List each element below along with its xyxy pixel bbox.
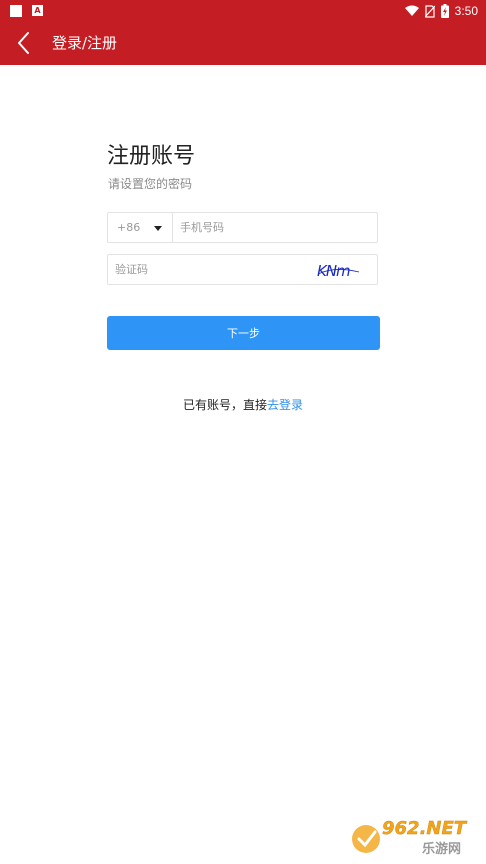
register-screen: A 3:50 登录/注册 注册账号 请设置您的密码 +86 手机号码 验证码 K…	[0, 0, 486, 864]
site-watermark-logo: 962.NET 乐游网	[352, 818, 468, 857]
caret-down-icon	[154, 226, 162, 231]
status-bar-notifications: A	[10, 5, 43, 17]
chevron-left-icon	[18, 32, 29, 54]
verification-code-field: KNm	[107, 254, 378, 285]
status-bar-system: 3:50	[404, 3, 478, 19]
country-code-select[interactable]: +86	[108, 213, 173, 242]
svg-text:乐游网: 乐游网	[422, 841, 461, 857]
verification-code-input[interactable]	[115, 261, 295, 278]
notification-square-icon	[10, 5, 22, 17]
go-login-link[interactable]: 去登录	[267, 398, 303, 412]
phone-input[interactable]	[180, 219, 370, 236]
wifi-icon	[404, 5, 419, 16]
next-step-button[interactable]: 下一步	[107, 316, 380, 350]
svg-text:962.NET: 962.NET	[382, 818, 468, 839]
page-title: 登录/注册	[52, 34, 118, 52]
battery-charging-icon	[440, 4, 449, 18]
status-bar: A 3:50	[0, 0, 486, 22]
register-subheading: 请设置您的密码	[108, 177, 193, 191]
login-hint: 已有账号，直接去登录	[0, 397, 486, 414]
back-button[interactable]	[10, 28, 40, 58]
login-hint-text: 已有账号，直接	[182, 398, 267, 412]
no-sim-icon	[424, 4, 435, 18]
register-heading: 注册账号	[107, 144, 196, 169]
captcha-image[interactable]: KNm	[315, 260, 363, 280]
country-code-value: +86	[117, 221, 141, 234]
phone-field: +86	[107, 212, 378, 243]
status-time: 3:50	[454, 4, 478, 18]
captcha-text: KNm	[317, 262, 350, 280]
notification-a-icon: A	[32, 5, 43, 16]
app-bar: 登录/注册	[0, 22, 486, 65]
